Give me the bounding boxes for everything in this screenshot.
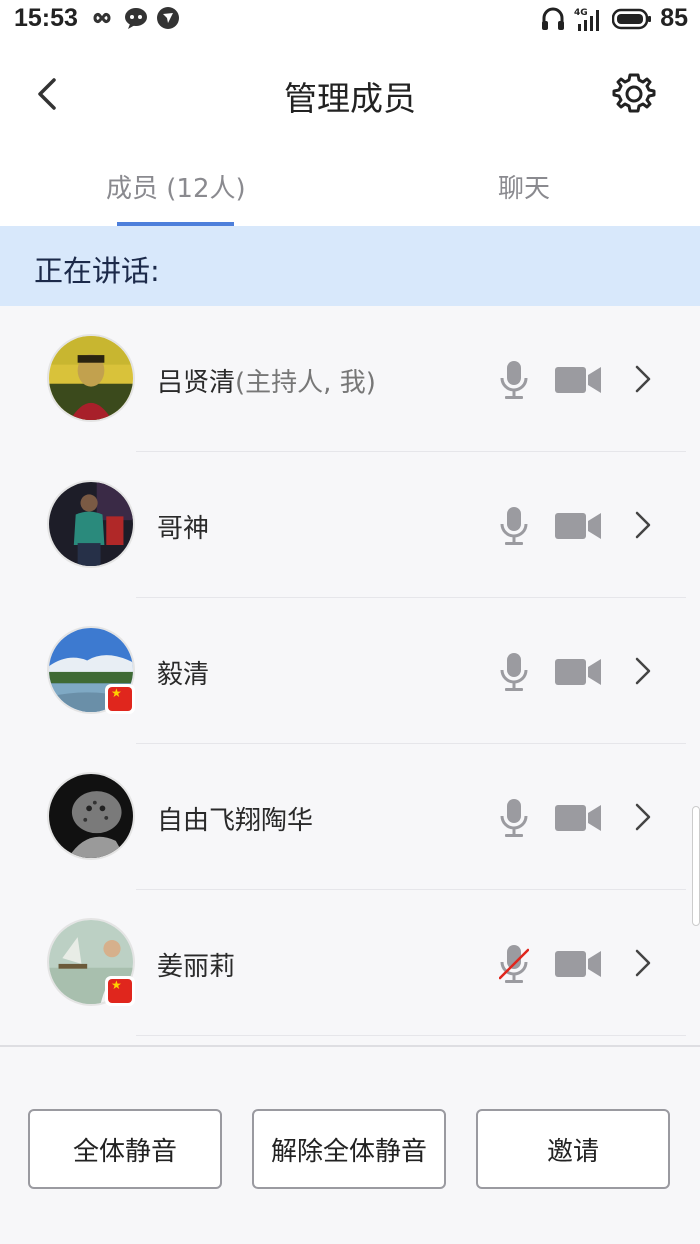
member-row[interactable]: ★ 毅清 bbox=[0, 598, 700, 744]
signal-4g-icon: 4G bbox=[574, 8, 600, 31]
member-role: (主持人, 我) bbox=[235, 368, 376, 398]
header: 管理成员 bbox=[0, 48, 700, 140]
status-system-icons: 4G 85 bbox=[540, 4, 688, 33]
chevron-right-icon[interactable] bbox=[632, 656, 654, 686]
status-bar: 15:53 4G 85 bbox=[0, 0, 700, 40]
page-title: 管理成员 bbox=[284, 79, 416, 118]
chat-app-icon bbox=[125, 8, 147, 29]
member-row[interactable]: ★ 姜丽莉 bbox=[0, 890, 700, 1036]
member-list: 吕贤清(主持人, 我) 哥神 ★ 毅清 自由飞翔陶华 ★ 姜丽莉 bbox=[0, 306, 700, 1046]
video-camera-icon[interactable] bbox=[555, 803, 601, 833]
svg-text:4G: 4G bbox=[574, 8, 588, 18]
invite-button[interactable]: 邀请 bbox=[476, 1109, 670, 1189]
microphone-muted-icon[interactable] bbox=[499, 944, 529, 984]
member-row[interactable]: 吕贤清(主持人, 我) bbox=[0, 306, 700, 452]
row-divider bbox=[136, 1035, 686, 1036]
member-row[interactable]: 自由飞翔陶华 bbox=[0, 744, 700, 890]
avatar bbox=[47, 480, 135, 568]
tab-bar: 成员 (12人) 聊天 bbox=[0, 150, 700, 226]
avatar bbox=[47, 334, 135, 422]
tab-chat[interactable]: 聊天 bbox=[498, 168, 550, 205]
video-camera-icon[interactable] bbox=[555, 949, 601, 979]
location-app-icon bbox=[157, 7, 179, 29]
member-name-text: 毅清 bbox=[157, 660, 210, 690]
microphone-icon[interactable] bbox=[499, 652, 529, 692]
chevron-right-icon[interactable] bbox=[632, 802, 654, 832]
scrollbar-thumb[interactable] bbox=[692, 806, 700, 926]
member-name-text: 自由飞翔陶华 bbox=[157, 806, 314, 836]
member-row[interactable]: 哥神 bbox=[0, 452, 700, 598]
chevron-right-icon[interactable] bbox=[632, 948, 654, 978]
member-name: 毅清 bbox=[157, 654, 209, 691]
status-notification-icons bbox=[88, 6, 180, 30]
gear-icon bbox=[612, 73, 656, 113]
country-flag-badge: ★ bbox=[105, 684, 135, 714]
mute-all-button[interactable]: 全体静音 bbox=[28, 1109, 222, 1189]
member-name: 吕贤清(主持人, 我) bbox=[157, 362, 376, 399]
status-time: 15:53 bbox=[14, 4, 78, 32]
member-name: 姜丽莉 bbox=[157, 946, 235, 983]
chevron-right-icon[interactable] bbox=[632, 364, 654, 394]
action-bar: 全体静音 解除全体静音 邀请 bbox=[0, 1047, 700, 1244]
now-speaking-label: 正在讲话: bbox=[34, 254, 160, 288]
chevron-right-icon[interactable] bbox=[632, 510, 654, 540]
video-camera-icon[interactable] bbox=[555, 657, 601, 687]
microphone-icon[interactable] bbox=[499, 506, 529, 546]
video-camera-icon[interactable] bbox=[555, 511, 601, 541]
settings-button[interactable] bbox=[612, 72, 656, 116]
member-name-text: 哥神 bbox=[157, 514, 210, 544]
country-flag-badge: ★ bbox=[105, 976, 135, 1006]
microphone-icon[interactable] bbox=[499, 360, 529, 400]
microphone-icon[interactable] bbox=[499, 798, 529, 838]
member-name-text: 吕贤清 bbox=[157, 368, 236, 398]
member-name: 自由飞翔陶华 bbox=[157, 800, 313, 837]
now-speaking-bar: 正在讲话: bbox=[0, 226, 700, 306]
unmute-all-button[interactable]: 解除全体静音 bbox=[252, 1109, 446, 1189]
headphones-icon bbox=[542, 7, 565, 30]
video-camera-icon[interactable] bbox=[555, 365, 601, 395]
member-name-text: 姜丽莉 bbox=[157, 952, 236, 982]
tab-members[interactable]: 成员 (12人) bbox=[106, 168, 246, 205]
member-name: 哥神 bbox=[157, 508, 209, 545]
battery-level: 85 bbox=[660, 4, 688, 32]
avatar bbox=[47, 772, 135, 860]
battery-icon bbox=[612, 8, 652, 29]
infinity-icon bbox=[93, 13, 111, 23]
